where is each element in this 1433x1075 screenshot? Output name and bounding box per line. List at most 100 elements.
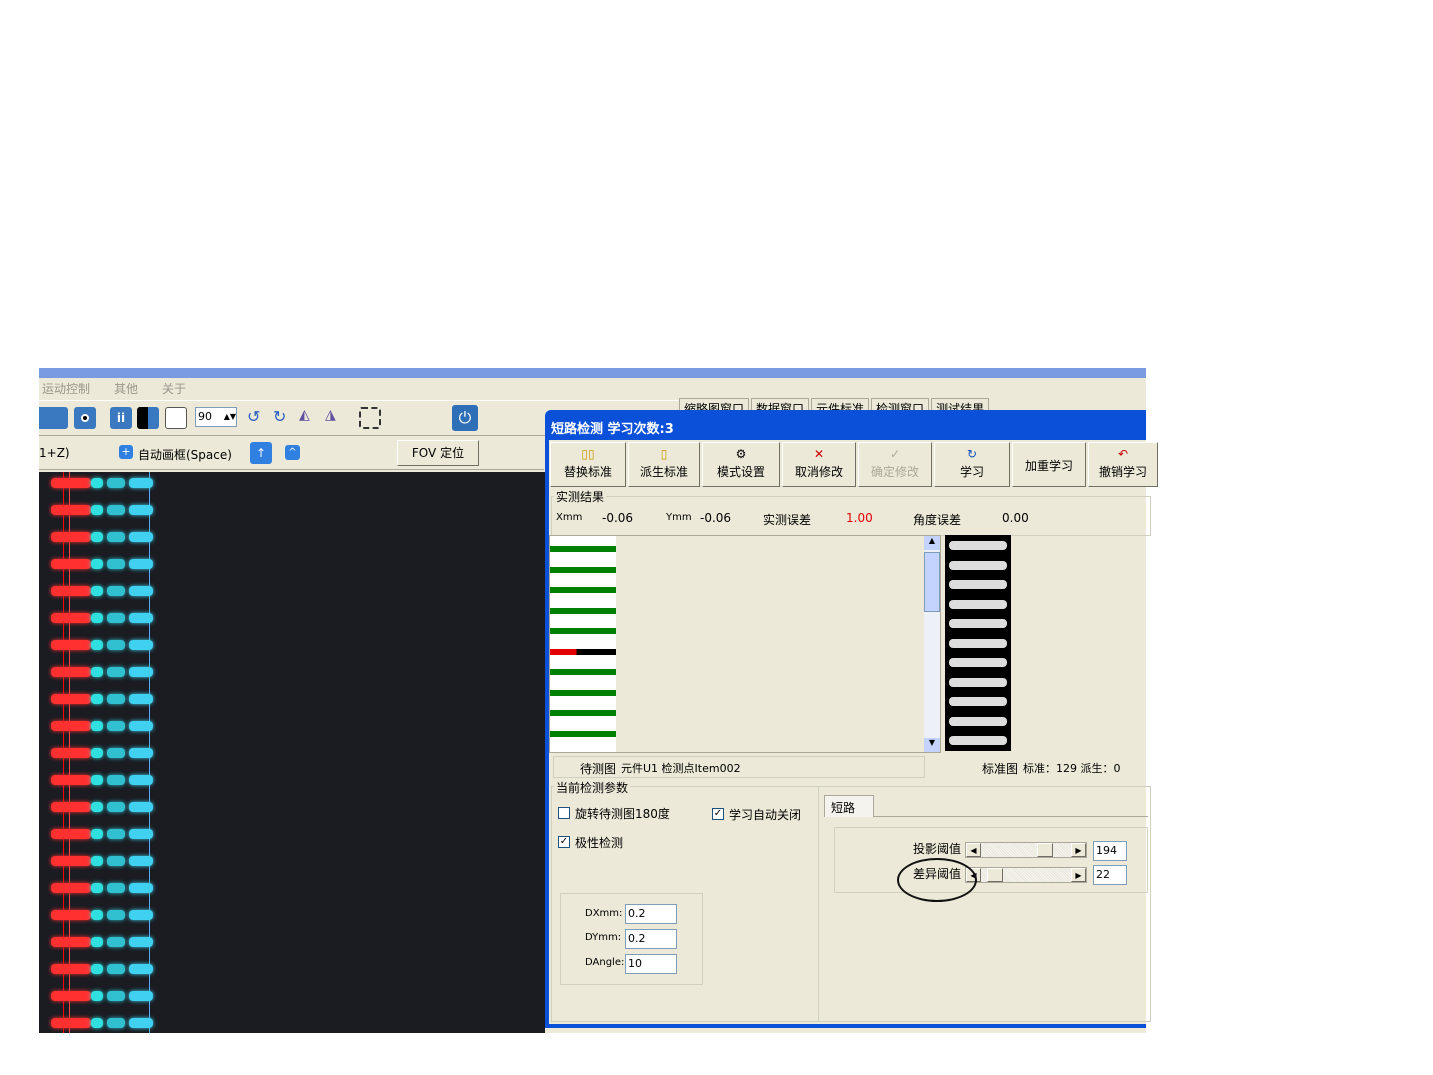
copy-icon: ▯ — [660, 447, 668, 461]
note-icon[interactable] — [165, 407, 187, 429]
mode-settings-button[interactable]: ⚙ 模式设置 — [702, 442, 780, 487]
button-label: 模式设置 — [716, 465, 765, 479]
weighted-learn-button[interactable]: 加重学习 — [1012, 442, 1086, 487]
button-label: 派生标准 — [639, 465, 688, 479]
solder-pad — [107, 505, 125, 515]
solder-pad — [91, 1018, 103, 1028]
slider-thumb[interactable] — [1037, 843, 1054, 857]
solder-pad — [91, 775, 103, 785]
undo-learn-button[interactable]: ↶ 撤销学习 — [1088, 442, 1158, 487]
align-icon[interactable]: ii — [110, 407, 132, 429]
standard-pad — [949, 736, 1007, 745]
projection-graph — [550, 648, 616, 655]
dy-label: DYmm: — [585, 932, 622, 943]
projection-threshold-input[interactable]: 194 — [1093, 841, 1127, 861]
angle-value: 90 — [198, 410, 212, 423]
solder-pad — [107, 559, 125, 569]
solder-pad — [107, 937, 125, 947]
solder-pad — [91, 532, 103, 542]
power-icon[interactable]: ⏻ — [452, 405, 478, 431]
edit-icon[interactable] — [46, 407, 68, 429]
standard-pad — [949, 619, 1007, 628]
tab-short-circuit[interactable]: 短路 — [824, 795, 874, 817]
menu-about[interactable]: 关于 — [162, 380, 186, 397]
dx-input[interactable]: 0.2 — [625, 904, 677, 924]
button-label: 确定修改 — [870, 465, 919, 479]
solder-pad — [129, 937, 153, 947]
slider-left-icon[interactable]: ◀ — [966, 843, 981, 857]
dangle-input[interactable]: 10 — [625, 954, 677, 974]
solder-pad — [129, 856, 153, 866]
graph-list[interactable]: ▲ ▼ — [549, 535, 941, 753]
solder-pad — [51, 856, 91, 866]
derive-standard-button[interactable]: ▯ 派生标准 — [628, 442, 700, 487]
standard-pad — [949, 560, 1007, 570]
cancel-icon: ✕ — [813, 447, 825, 461]
solder-pad — [129, 640, 153, 650]
arrow-up-icon[interactable]: ↑ — [250, 442, 272, 464]
auto-close-label: 学习自动关闭 — [729, 808, 802, 822]
params-label: 当前检测参数 — [554, 779, 631, 796]
auto-close-checkbox[interactable]: ✓ — [712, 808, 724, 820]
projection-graph — [550, 689, 616, 696]
learn-button[interactable]: ↻ 学习 — [934, 442, 1010, 487]
solder-pad — [107, 910, 125, 920]
scroll-thumb[interactable] — [924, 552, 940, 612]
projection-graph — [550, 566, 616, 573]
menu-bar: 运动控制 其他 关于 — [39, 378, 1146, 398]
annotation-circle — [897, 858, 977, 902]
ymm-value: -0.06 — [700, 511, 732, 525]
rotate-checkbox[interactable] — [558, 807, 570, 819]
contrast-icon[interactable] — [137, 407, 159, 429]
fov-locate-button[interactable]: FOV 定位 — [397, 440, 479, 466]
solder-pad — [129, 829, 153, 839]
fit-frame-icon[interactable] — [359, 407, 381, 429]
scroll-down-icon[interactable]: ▼ — [924, 738, 940, 752]
solder-pad — [51, 478, 91, 488]
projection-threshold-slider[interactable]: ◀ ▶ — [965, 842, 1087, 858]
dy-input[interactable]: 0.2 — [625, 929, 677, 949]
refresh-icon: ↻ — [966, 447, 978, 461]
slider-right-icon[interactable]: ▶ — [1071, 843, 1086, 857]
solder-pad — [51, 991, 91, 1001]
angle-spinner[interactable]: 90 ▲▼ — [195, 407, 237, 427]
projection-graph — [550, 669, 616, 675]
solder-pad — [51, 694, 91, 704]
solder-pad — [51, 964, 91, 974]
camera-icon[interactable] — [74, 407, 96, 429]
solder-pad — [129, 586, 153, 596]
difference-threshold-input[interactable]: 22 — [1093, 865, 1127, 885]
solder-pad — [91, 883, 103, 893]
solder-pad — [107, 478, 125, 488]
slider-right-icon[interactable]: ▶ — [1071, 868, 1086, 882]
slider-thumb[interactable] — [987, 868, 1004, 882]
rotate-ccw-icon[interactable]: ↺ — [247, 407, 269, 429]
undo-icon: ↶ — [1117, 447, 1129, 461]
standard-pad — [949, 716, 1007, 726]
solder-pad — [51, 721, 91, 731]
window-titlebar — [39, 368, 1146, 378]
rotate-cw-icon[interactable]: ↻ — [273, 407, 295, 429]
replace-icon: ▯▯ — [581, 447, 595, 461]
flip-h-icon[interactable]: ◭ — [299, 407, 321, 429]
scroll-up-icon[interactable]: ▲ — [924, 536, 940, 550]
add-icon[interactable]: + — [119, 445, 133, 459]
vertical-scrollbar[interactable]: ▲ ▼ — [924, 536, 940, 752]
xmm-label: Xmm — [556, 512, 583, 523]
camera-view[interactable] — [39, 472, 545, 1033]
polarity-checkbox[interactable]: ✓ — [558, 836, 570, 848]
cancel-change-button[interactable]: ✕ 取消修改 — [782, 442, 856, 487]
projection-graph — [550, 710, 616, 716]
replace-standard-button[interactable]: ▯▯ 替换标准 — [550, 442, 626, 487]
auto-frame-label[interactable]: 自动画框(Space) — [138, 446, 232, 463]
chevron-up-icon[interactable]: ^ — [285, 445, 300, 460]
confirm-change-button[interactable]: ✓ 确定修改 — [858, 442, 932, 487]
tolerance-group: DXmm: 0.2 DYmm: 0.2 DAngle: 10 — [560, 893, 703, 985]
flip-v-icon[interactable]: ◮ — [325, 407, 347, 429]
frame-row: 1+Z) + 自动画框(Space) ↑ ^ FOV 定位 — [39, 438, 544, 470]
menu-motion-control[interactable]: 运动控制 — [42, 380, 90, 397]
menu-other[interactable]: 其他 — [114, 380, 138, 397]
difference-threshold-slider[interactable]: ◀ ▶ — [965, 867, 1087, 883]
solder-pad — [107, 856, 125, 866]
solder-pad — [51, 829, 91, 839]
